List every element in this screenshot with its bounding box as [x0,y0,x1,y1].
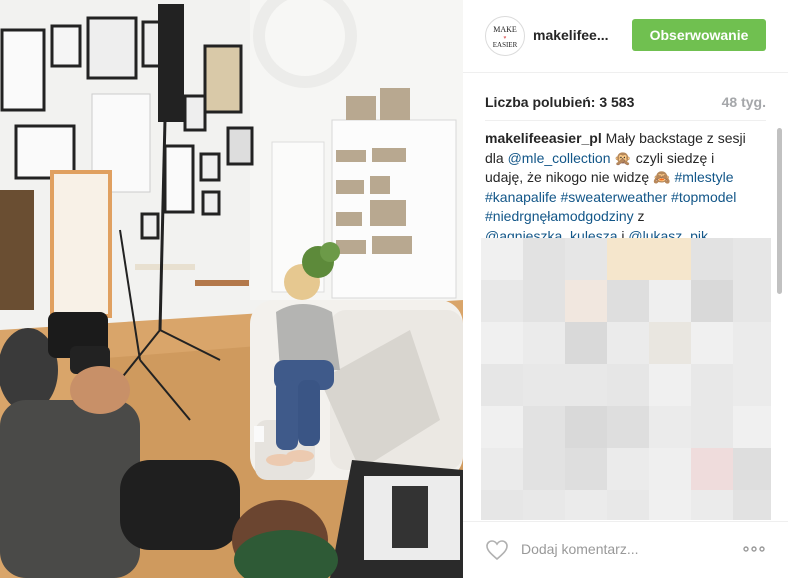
blurred-comment-cell [733,364,771,406]
post-footer: Dodaj komentarz... [463,521,788,579]
blurred-comment-cell [733,238,771,280]
blurred-comment-cell [565,280,607,322]
blurred-comment-cell [607,364,649,406]
post-header: MAKE ♥ EASIER makelifee... Obserwowanie [463,0,788,73]
blurred-comment-cell [649,280,691,322]
blurred-comment-cell [691,280,733,322]
blurred-comment-cell [481,238,523,280]
caption-author[interactable]: makelifeeasier_pl [485,130,602,146]
blurred-comment-cell [481,448,523,490]
caption-text: 🙊 czyli siedzę i [610,149,715,166]
blurred-comment-cell [607,322,649,364]
blurred-comment-cell [523,280,565,322]
blurred-comment-cell [649,448,691,490]
blurred-comment-cell [691,448,733,490]
blurred-comment-cell [691,406,733,448]
blurred-comment-cell [733,406,771,448]
blurred-comment-cell [565,448,607,490]
blurred-comment-cell [565,238,607,280]
svg-text:EASIER: EASIER [493,41,518,49]
caption-text: z [633,208,645,224]
username-link[interactable]: makelifee... [533,27,609,43]
scrollbar-thumb[interactable] [777,128,782,294]
blurred-comment-cell [523,448,565,490]
blurred-comment-cell [481,406,523,448]
heart-icon[interactable] [485,538,509,562]
blurred-comment-cell [607,406,649,448]
blurred-comment-cell [691,322,733,364]
blurred-comment-cell [481,322,523,364]
blurred-comment-cell [691,364,733,406]
hashtag-link[interactable]: #sweaterweather [561,189,668,205]
blurred-comment-cell [733,322,771,364]
hashtag-link[interactable]: #mlestyle [674,169,733,185]
blurred-comment-cell [607,490,649,520]
post-sidebar: MAKE ♥ EASIER makelifee... Obserwowanie … [463,0,788,578]
mention-link[interactable]: @mle_collection [508,150,611,166]
blurred-comment-cell [523,322,565,364]
blurred-comment-cell [481,490,523,520]
blurred-comment-cell [691,238,733,280]
blurred-comment-cell [565,406,607,448]
photo-illustration [0,0,463,578]
blurred-comment-cell [607,280,649,322]
hashtag-link[interactable]: #niedrgnęłamodgodziny [485,208,634,224]
blurred-comments [481,238,771,520]
hashtag-link[interactable]: #topmodel [671,189,736,205]
blurred-comment-cell [523,238,565,280]
blurred-comment-cell [481,280,523,322]
likes-count[interactable]: Liczba polubień: 3 583 [485,94,634,110]
blurred-comment-cell [565,490,607,520]
post-age[interactable]: 48 tyg. [722,94,766,110]
post-caption: makelifeeasier_pl Mały backstage z sesji… [485,129,765,246]
blurred-comment-cell [523,364,565,406]
caption-text: dla [485,149,508,166]
add-comment-input[interactable]: Dodaj komentarz... [521,541,639,557]
blurred-comment-cell [691,490,733,520]
follow-button[interactable]: Obserwowanie [632,19,766,51]
blurred-comment-cell [523,490,565,520]
blurred-comment-cell [649,406,691,448]
blurred-comment-cell [649,364,691,406]
blurred-comment-cell [733,490,771,520]
more-options-icon[interactable] [742,542,766,556]
blurred-comment-cell [565,322,607,364]
avatar[interactable]: MAKE ♥ EASIER [485,16,525,56]
blurred-comment-cell [649,490,691,520]
blurred-comment-cell [523,406,565,448]
blurred-comment-cell [733,280,771,322]
blurred-comment-cell [607,448,649,490]
divider [485,120,766,121]
svg-text:MAKE: MAKE [493,25,517,34]
blurred-comment-cell [607,238,649,280]
blurred-comment-cell [565,364,607,406]
blurred-comment-cell [649,238,691,280]
caption-text: udaję, że nikogo nie widzę 🙈 [485,169,675,185]
blurred-comment-cell [649,322,691,364]
hashtag-link[interactable]: #kanapalife [485,189,557,205]
blurred-comment-cell [481,364,523,406]
avatar-logo: MAKE ♥ EASIER [493,25,518,49]
blurred-comment-cell [733,448,771,490]
post-photo[interactable] [0,0,463,578]
caption-text: Mały backstage z sesji [601,130,746,146]
